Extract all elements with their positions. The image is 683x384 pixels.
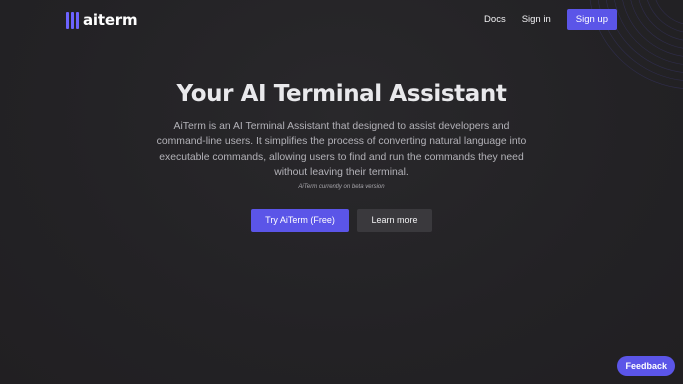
hero-section: Your AI Terminal Assistant AiTerm is an … <box>0 81 683 190</box>
logo-text: aiterm <box>83 11 138 29</box>
docs-link[interactable]: Docs <box>484 14 506 25</box>
nav-links: Docs Sign in Sign up <box>484 9 617 30</box>
navbar: aiterm Docs Sign in Sign up <box>0 0 683 40</box>
try-free-button[interactable]: Try AiTerm (Free) <box>251 209 349 232</box>
logo[interactable]: aiterm <box>66 11 138 29</box>
feedback-button[interactable]: Feedback <box>617 356 675 376</box>
landing-page: aiterm Docs Sign in Sign up Your AI Term… <box>0 0 683 384</box>
cta-row: Try AiTerm (Free) Learn more <box>0 209 683 232</box>
logo-bars-icon <box>66 11 79 29</box>
learn-more-button[interactable]: Learn more <box>357 209 432 232</box>
signin-link[interactable]: Sign in <box>522 14 551 25</box>
signup-button[interactable]: Sign up <box>566 9 617 30</box>
beta-note: AiTerm currently on beta version <box>298 184 385 191</box>
hero-description: AiTerm is an AI Terminal Assistant that … <box>156 121 527 178</box>
hero-title: Your AI Terminal Assistant <box>176 81 507 107</box>
